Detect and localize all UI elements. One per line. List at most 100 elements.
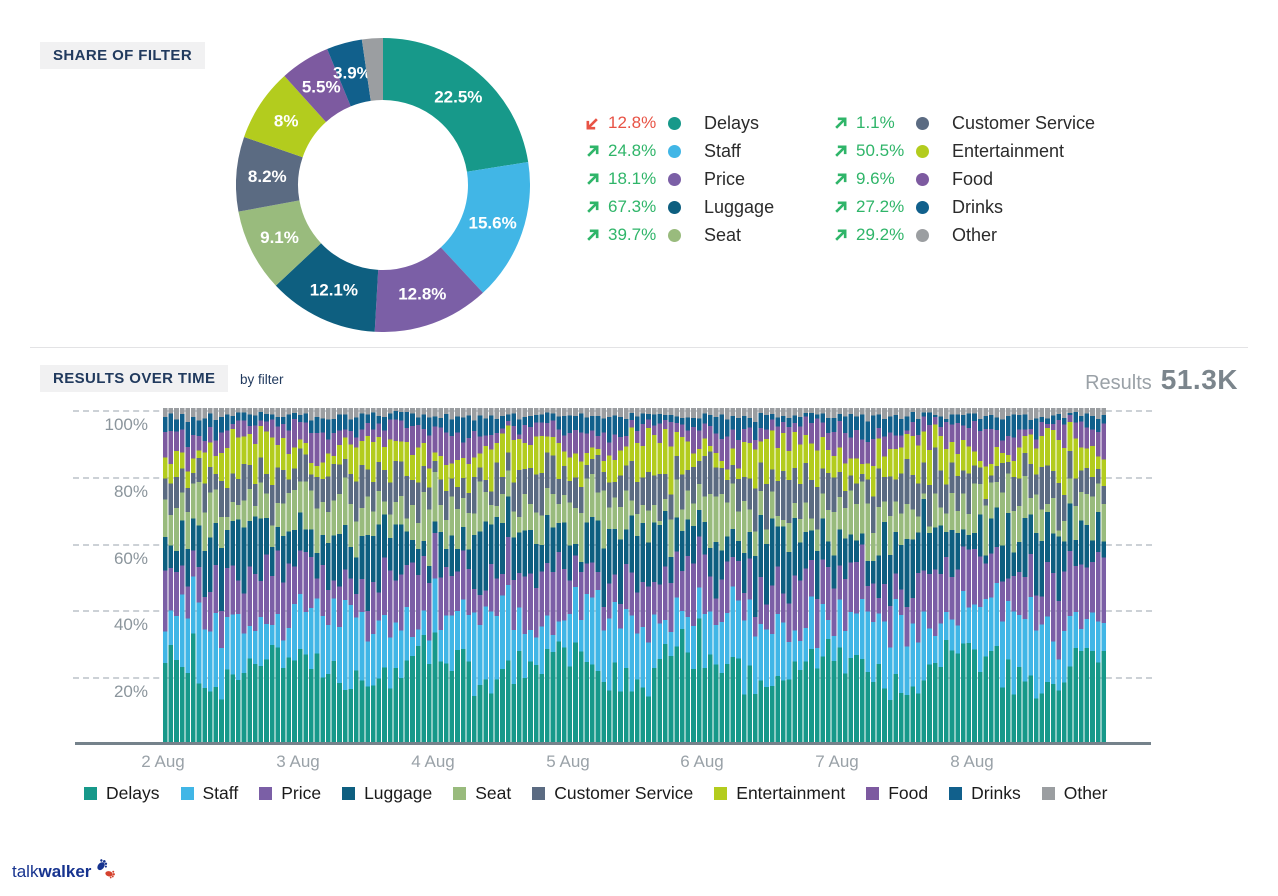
bar-column[interactable] <box>303 408 308 742</box>
bar-column[interactable] <box>1034 408 1039 742</box>
bar-column[interactable] <box>747 408 752 742</box>
bar-column[interactable] <box>450 408 455 742</box>
bar-column[interactable] <box>1101 408 1106 742</box>
bar-column[interactable] <box>214 408 219 742</box>
bar-column[interactable] <box>899 408 904 742</box>
bar-column[interactable] <box>551 408 556 742</box>
bar-column[interactable] <box>500 408 505 742</box>
bar-column[interactable] <box>1068 408 1073 742</box>
bar-column[interactable] <box>764 408 769 742</box>
bar-column[interactable] <box>961 408 966 742</box>
bar-column[interactable] <box>1045 408 1050 742</box>
bar-column[interactable] <box>742 408 747 742</box>
bar-column[interactable] <box>910 408 915 742</box>
bar-column[interactable] <box>916 408 921 742</box>
bar-column[interactable] <box>489 408 494 742</box>
series-legend-item-delays[interactable]: Delays <box>84 783 160 804</box>
bar-column[interactable] <box>388 408 393 742</box>
bar-column[interactable] <box>1073 408 1078 742</box>
bar-column[interactable] <box>995 408 1000 742</box>
bar-column[interactable] <box>871 408 876 742</box>
bar-column[interactable] <box>719 408 724 742</box>
bar-column[interactable] <box>421 408 426 742</box>
bar-column[interactable] <box>590 408 595 742</box>
bar-column[interactable] <box>483 408 488 742</box>
bar-column[interactable] <box>950 408 955 742</box>
bar-column[interactable] <box>601 408 606 742</box>
bar-column[interactable] <box>702 408 707 742</box>
bar-column[interactable] <box>393 408 398 742</box>
bar-column[interactable] <box>523 408 528 742</box>
bar-column[interactable] <box>714 408 719 742</box>
bar-column[interactable] <box>354 408 359 742</box>
bar-column[interactable] <box>652 408 657 742</box>
bar-column[interactable] <box>562 408 567 742</box>
bar-column[interactable] <box>792 408 797 742</box>
bar-column[interactable] <box>596 408 601 742</box>
bar-column[interactable] <box>697 408 702 742</box>
bar-column[interactable] <box>972 408 977 742</box>
bar-column[interactable] <box>624 408 629 742</box>
bar-column[interactable] <box>1011 408 1016 742</box>
bar-column[interactable] <box>298 408 303 742</box>
bar-column[interactable] <box>1056 408 1061 742</box>
bar-column[interactable] <box>478 408 483 742</box>
bar-column[interactable] <box>613 408 618 742</box>
bar-column[interactable] <box>242 408 247 742</box>
bar-column[interactable] <box>573 408 578 742</box>
bar-column[interactable] <box>860 408 865 742</box>
bar-column[interactable] <box>433 408 438 742</box>
bar-column[interactable] <box>809 408 814 742</box>
bar-column[interactable] <box>798 408 803 742</box>
bar-column[interactable] <box>849 408 854 742</box>
series-legend-item-seat[interactable]: Seat <box>453 783 511 804</box>
bar-column[interactable] <box>657 408 662 742</box>
series-legend-item-staff[interactable]: Staff <box>181 783 239 804</box>
bar-column[interactable] <box>455 408 460 742</box>
series-legend-item-entertainment[interactable]: Entertainment <box>714 783 845 804</box>
bar-column[interactable] <box>922 408 927 742</box>
bar-column[interactable] <box>978 408 983 742</box>
bar-column[interactable] <box>320 408 325 742</box>
bar-column[interactable] <box>399 408 404 742</box>
bar-column[interactable] <box>534 408 539 742</box>
bar-column[interactable] <box>264 408 269 742</box>
bar-column[interactable] <box>775 408 780 742</box>
filter-legend-item-customer-service[interactable]: 1.1%Customer Service <box>833 109 1095 137</box>
bar-column[interactable] <box>348 408 353 742</box>
bar-column[interactable] <box>1062 408 1067 742</box>
bar-column[interactable] <box>259 408 264 742</box>
bar-column[interactable] <box>343 408 348 742</box>
filter-legend-item-food[interactable]: 9.6%Food <box>833 165 1095 193</box>
bar-column[interactable] <box>1096 408 1101 742</box>
filter-legend-item-price[interactable]: 18.1%Price <box>585 165 774 193</box>
bar-column[interactable] <box>837 408 842 742</box>
bar-column[interactable] <box>854 408 859 742</box>
bar-column[interactable] <box>461 408 466 742</box>
bar-column[interactable] <box>770 408 775 742</box>
bar-column[interactable] <box>472 408 477 742</box>
bar-column[interactable] <box>983 408 988 742</box>
bar-column[interactable] <box>382 408 387 742</box>
bar-column[interactable] <box>686 408 691 742</box>
bar-column[interactable] <box>989 408 994 742</box>
filter-legend-item-luggage[interactable]: 67.3%Luggage <box>585 193 774 221</box>
filter-legend-item-staff[interactable]: 24.8%Staff <box>585 137 774 165</box>
bar-column[interactable] <box>539 408 544 742</box>
bar-column[interactable] <box>1040 408 1045 742</box>
bar-column[interactable] <box>517 408 522 742</box>
bar-column[interactable] <box>169 408 174 742</box>
bar-column[interactable] <box>281 408 286 742</box>
series-legend-item-luggage[interactable]: Luggage <box>342 783 432 804</box>
bar-column[interactable] <box>225 408 230 742</box>
series-legend-item-drinks[interactable]: Drinks <box>949 783 1021 804</box>
bar-column[interactable] <box>219 408 224 742</box>
bar-column[interactable] <box>815 408 820 742</box>
series-legend-item-other[interactable]: Other <box>1042 783 1108 804</box>
filter-legend-item-seat[interactable]: 39.7%Seat <box>585 221 774 249</box>
series-legend-item-food[interactable]: Food <box>866 783 928 804</box>
bar-column[interactable] <box>933 408 938 742</box>
bar-column[interactable] <box>545 408 550 742</box>
bar-column[interactable] <box>292 408 297 742</box>
bar-column[interactable] <box>832 408 837 742</box>
